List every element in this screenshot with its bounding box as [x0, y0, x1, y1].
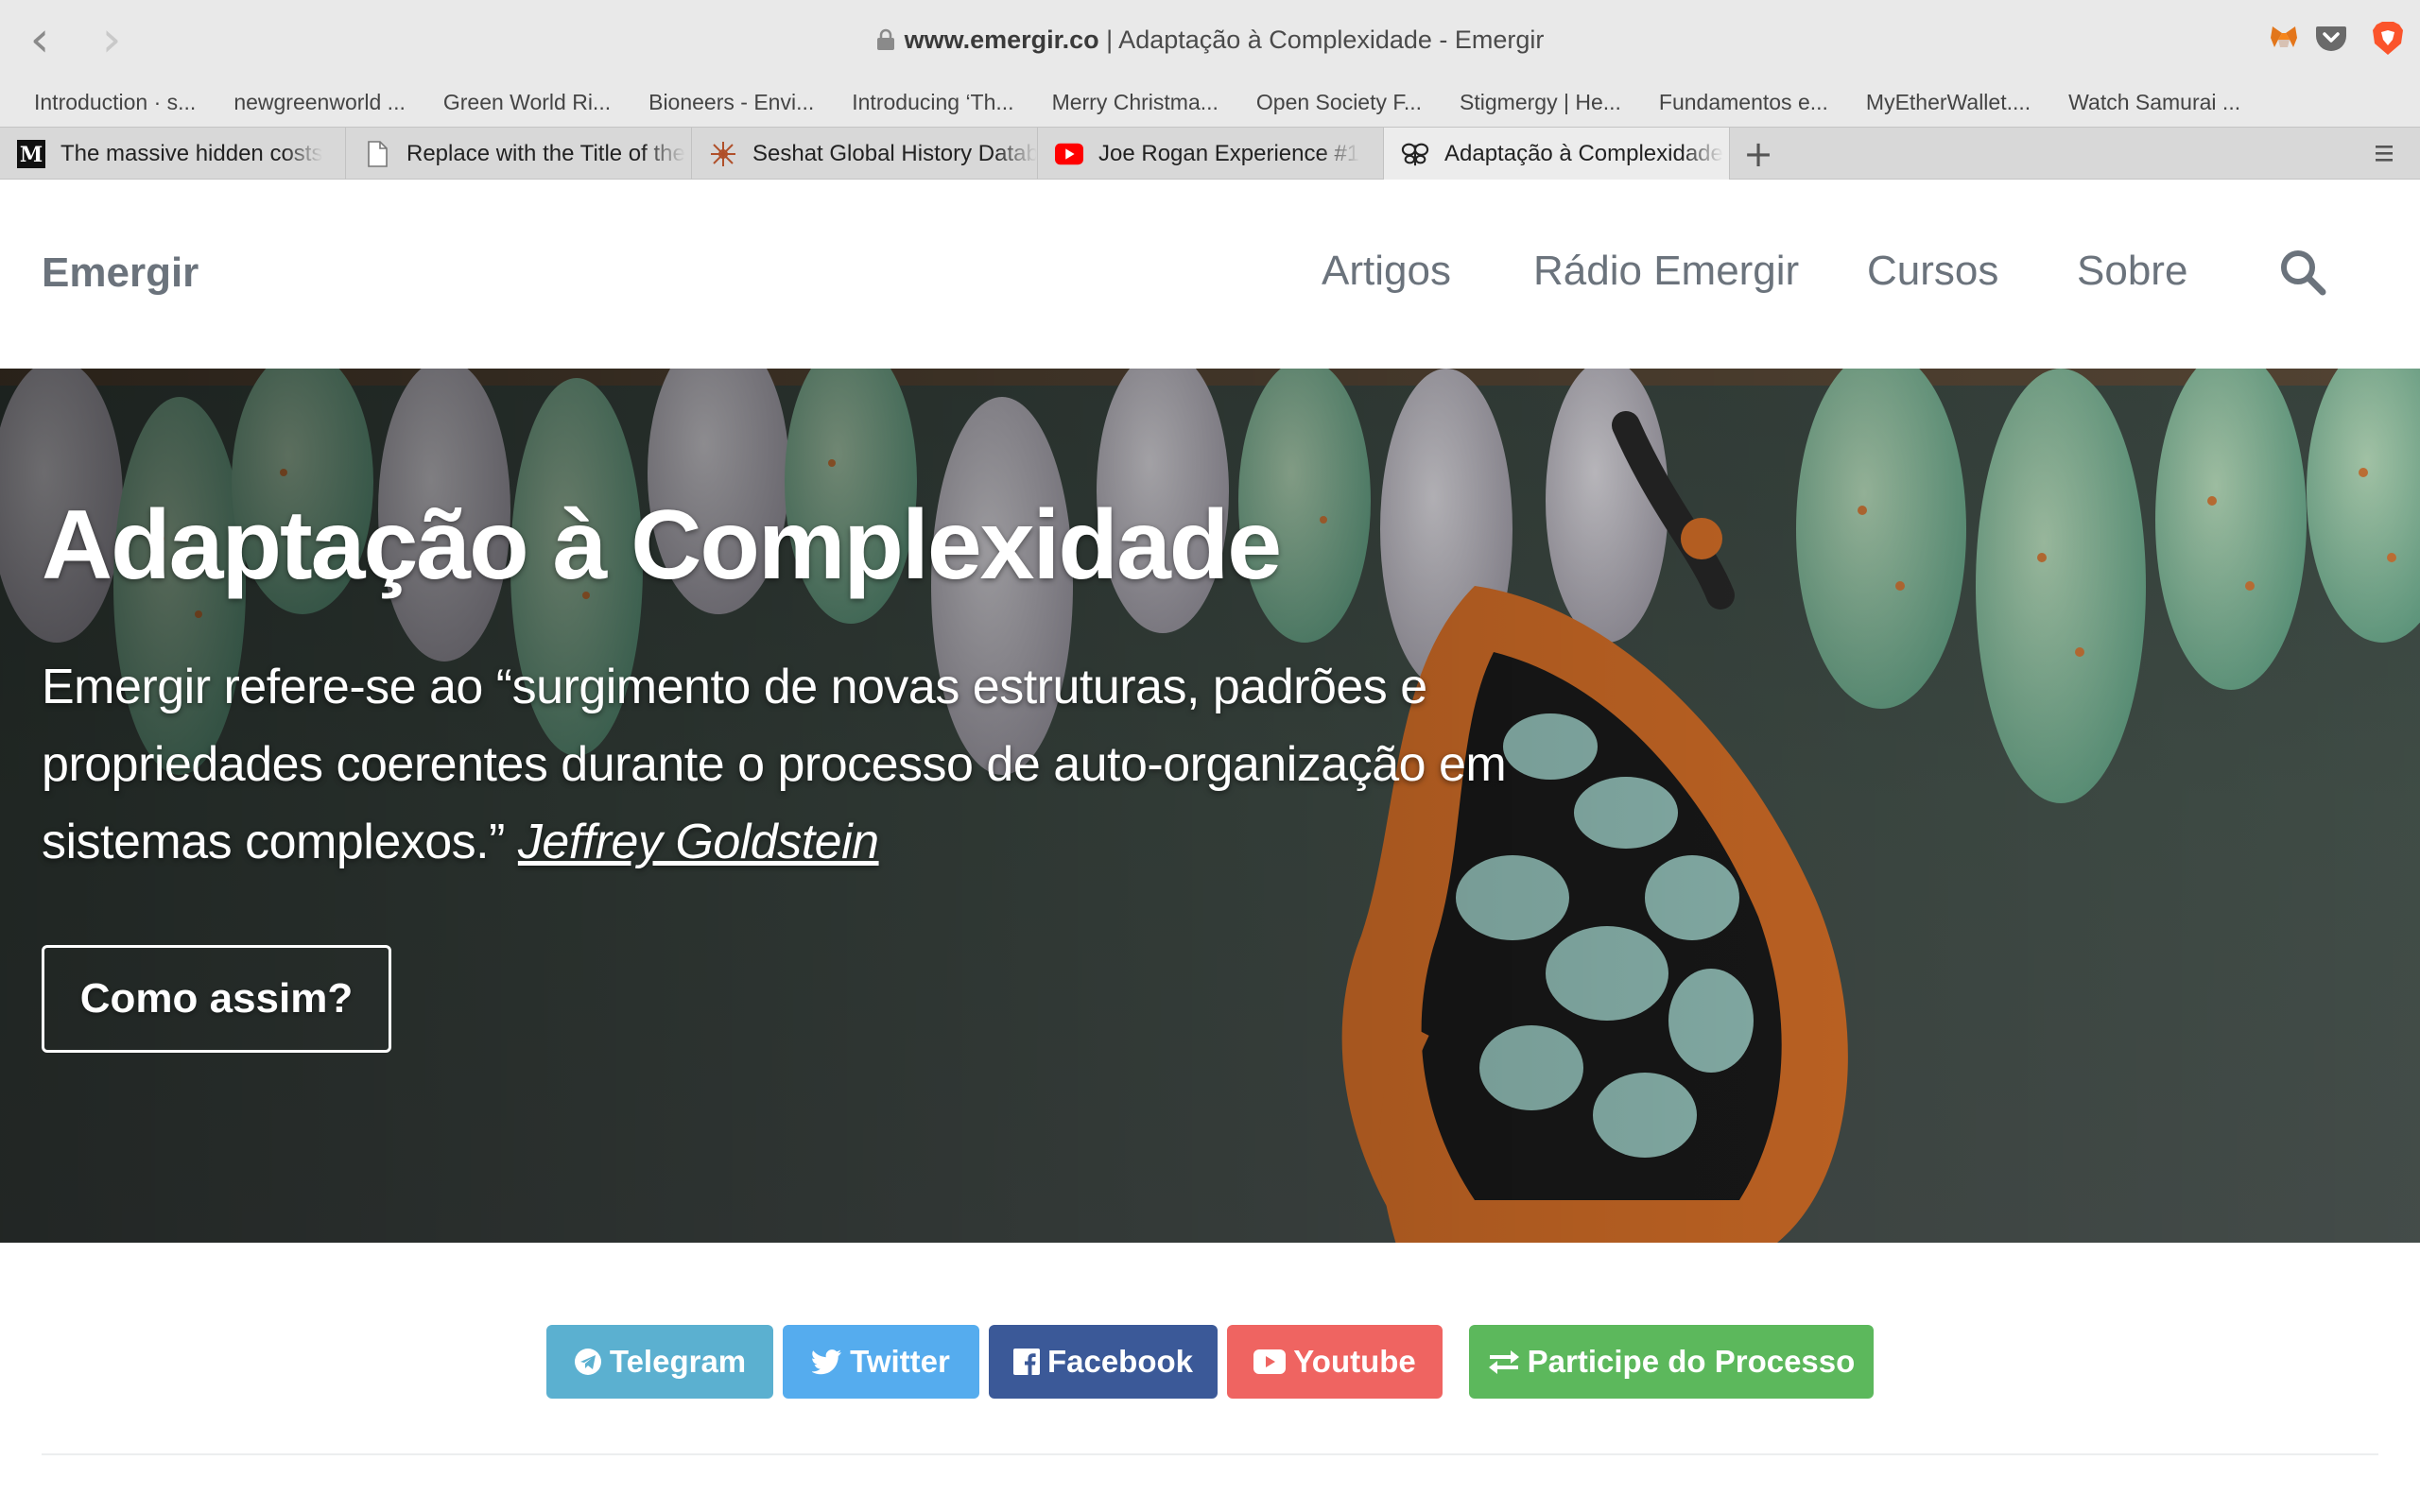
lock-icon	[876, 28, 894, 50]
seshat-icon	[709, 140, 737, 168]
bookmark-item[interactable]: Bioneers - Envi...	[648, 90, 814, 115]
tab-title: Seshat Global History Databank	[752, 141, 1037, 166]
svg-text:M: M	[20, 143, 43, 167]
telegram-button[interactable]: Telegram	[546, 1325, 773, 1399]
tab-strip: M The massive hidden costs Replace with …	[0, 127, 2420, 180]
bookmark-item[interactable]: Watch Samurai ...	[2068, 90, 2240, 115]
tab-overview-icon[interactable]	[2373, 139, 2395, 167]
bookmark-item[interactable]: Stigmergy | He...	[1460, 90, 1621, 115]
hero-quote: Emergir refere-se ao “surgimento de nova…	[42, 648, 1516, 881]
metamask-icon[interactable]	[2265, 19, 2303, 57]
youtube-icon	[1253, 1349, 1287, 1374]
youtube-button[interactable]: Youtube	[1227, 1325, 1443, 1399]
site-navbar: Emergir Artigos Rádio Emergir Cursos Sob…	[0, 180, 2420, 369]
bookmark-item[interactable]: Fundamentos e...	[1659, 90, 1828, 115]
youtube-button-label: Youtube	[1293, 1344, 1416, 1379]
twitter-icon	[812, 1349, 842, 1375]
emergir-icon	[1401, 140, 1429, 168]
nav-link-sobre[interactable]: Sobre	[2077, 248, 2187, 295]
new-tab-button[interactable]: +	[1737, 133, 1779, 175]
facebook-icon	[1012, 1349, 1040, 1375]
telegram-button-label: Telegram	[609, 1344, 747, 1379]
hero-cta-button[interactable]: Como assim?	[42, 945, 391, 1053]
browser-chrome: ‹ › www.emergir.co | Adaptação à Complex…	[0, 0, 2420, 180]
facebook-button-label: Facebook	[1046, 1344, 1194, 1379]
nav-link-artigos[interactable]: Artigos	[1322, 248, 1451, 295]
bookmark-item[interactable]: Green World Ri...	[443, 90, 611, 115]
nav-link-radio[interactable]: Rádio Emergir	[1533, 248, 1799, 295]
search-icon[interactable]	[2278, 248, 2327, 297]
tab-title: Replace with the Title of the	[406, 141, 685, 166]
pocket-icon[interactable]	[2312, 19, 2350, 57]
document-icon	[363, 140, 391, 168]
back-button[interactable]: ‹	[19, 11, 60, 68]
brave-lion-icon[interactable]	[2369, 19, 2407, 57]
exchange-icon	[1488, 1350, 1519, 1374]
address-domain: www.emergir.co	[904, 26, 1099, 54]
bookmark-item[interactable]: MyEtherWallet....	[1866, 90, 2031, 115]
twitter-button-label: Twitter	[850, 1344, 950, 1379]
bookmark-item[interactable]: Merry Christma...	[1052, 90, 1219, 115]
participate-button[interactable]: Participe do Processo	[1469, 1325, 1874, 1399]
bookmark-item[interactable]: newgreenworld ...	[233, 90, 406, 115]
twitter-button[interactable]: Twitter	[783, 1325, 979, 1399]
participate-button-label: Participe do Processo	[1527, 1344, 1856, 1379]
tab-medium[interactable]: M The massive hidden costs	[0, 128, 346, 180]
bookmarks-bar: Introduction · s... newgreenworld ... Gr…	[0, 77, 2420, 127]
browser-titlebar: ‹ › www.emergir.co | Adaptação à Complex…	[0, 0, 2420, 77]
address-bar[interactable]: www.emergir.co | Adaptação à Complexidad…	[567, 19, 1853, 60]
site-brand[interactable]: Emergir	[42, 249, 199, 297]
bookmark-item[interactable]: Introducing ‘Th...	[852, 90, 1013, 115]
tab-title: Adaptação à Complexidade	[1444, 141, 1723, 166]
address-page-title: | Adaptação à Complexidade - Emergir	[1098, 26, 1545, 54]
bookmark-item[interactable]: Open Society F...	[1256, 90, 1422, 115]
facebook-button[interactable]: Facebook	[989, 1325, 1218, 1399]
tab-title: The massive hidden costs	[60, 141, 323, 166]
tab-seshat[interactable]: Seshat Global History Databank	[692, 128, 1038, 180]
section-divider	[42, 1453, 2378, 1455]
forward-button[interactable]: ›	[91, 11, 132, 68]
tab-emergir-active[interactable]: Adaptação à Complexidade	[1384, 128, 1730, 180]
bookmark-item[interactable]: Introduction · s...	[34, 90, 196, 115]
hero-title: Adaptação à Complexidade	[42, 490, 1282, 600]
tab-document[interactable]: Replace with the Title of the	[346, 128, 692, 180]
youtube-icon	[1055, 140, 1083, 168]
hero-section: Adaptação à Complexidade Emergir refere-…	[0, 369, 2420, 1243]
tab-title: Joe Rogan Experience #1	[1098, 141, 1360, 166]
tab-youtube[interactable]: Joe Rogan Experience #1	[1038, 128, 1384, 180]
telegram-icon	[574, 1349, 601, 1375]
medium-icon: M	[17, 140, 45, 168]
hero-author-link[interactable]: Jeffrey Goldstein	[518, 815, 879, 869]
nav-link-cursos[interactable]: Cursos	[1867, 248, 1998, 295]
